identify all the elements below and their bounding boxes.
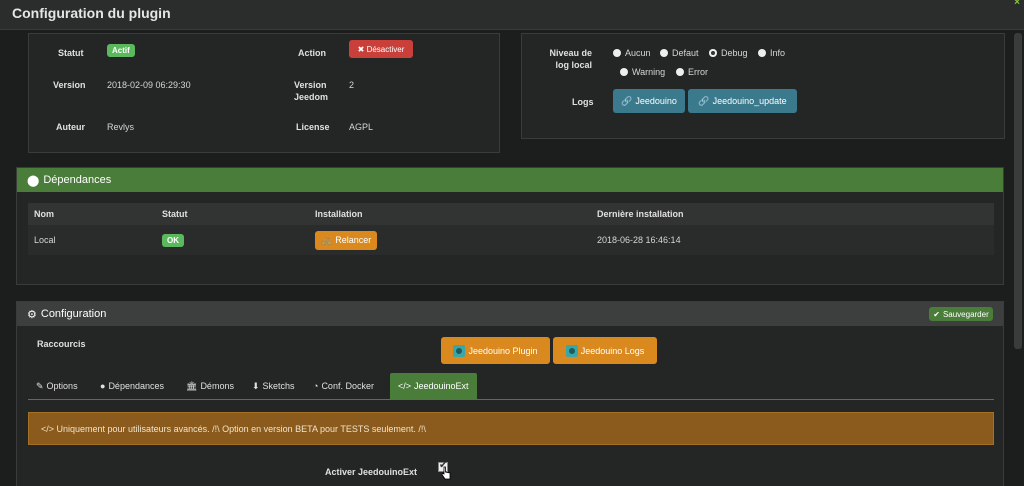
radio-label: Defaut [672,48,699,58]
save-button[interactable]: ✔ Sauvegarder [929,307,993,321]
version-label: Version [53,80,86,90]
col-nom: Nom [28,203,156,225]
license-label: License [296,122,330,132]
shortcut-label: Jeedouino Plugin [468,345,538,356]
plugin-info-panel [28,33,500,153]
col-installation: Installation [309,203,591,225]
radio-circle [660,49,668,57]
installation-cell: 🚲 Relancer [309,225,591,255]
gears-icon: ⚙ [27,308,37,321]
relancer-button[interactable]: 🚲 Relancer [315,230,378,250]
radio-label: Warning [632,67,666,77]
radio-label: Error [688,67,708,77]
scrollbar[interactable] [1014,33,1022,349]
ok-badge: OK [162,234,184,247]
modal-title: Configuration du plugin [12,5,171,21]
col-statut: Statut [156,203,309,225]
statut-label: Statut [58,48,84,58]
radio-label: Aucun [625,48,651,58]
radio-circle [613,49,621,57]
radio-info[interactable]: Info [758,48,785,58]
radio-debug[interactable]: Debug [709,48,748,58]
col-derniere: Dernière installation [591,203,994,225]
close-icon[interactable]: × [1014,0,1020,8]
hand-cursor-icon [441,466,451,480]
log-button-label: Jeedouino_update [712,96,787,106]
radio-label: Info [770,48,786,58]
paperclip-icon: 🔗 [621,95,633,106]
version-value: 2018-02-09 06:29:30 [107,80,191,90]
check-circle-icon: ✔ [933,309,940,319]
shortcut-logs-button[interactable]: Jeedouino Logs [553,337,657,364]
download-icon: ⬇ [252,380,260,391]
tab-label: JeedouinoExt [414,381,469,391]
jeedouino-icon [453,344,466,357]
radio-circle-selected [709,49,717,57]
shortcut-plugin-button[interactable]: Jeedouino Plugin [441,337,550,364]
paperclip-icon: 🔗 [698,95,710,106]
tab-label: Dépendances [108,381,164,391]
tab-sketchs[interactable]: ⬇ Sketchs [252,373,295,399]
jeedouino-icon [565,344,578,357]
circle-icon: ⬤ [27,174,40,187]
tab-label: Sketchs [262,381,295,391]
circle-icon: ● [100,381,106,391]
tab-label: Démons [200,381,234,391]
radio-circle [620,68,628,76]
version-jeedom-label-1: Version [294,80,327,90]
configuration-title: Configuration [40,308,107,320]
tab-label: Options [46,381,78,391]
dependances-table: Nom Statut Installation Dernière install… [28,203,994,255]
status-badge: Actif [107,44,135,57]
shortcut-label: Jeedouino Logs [580,345,645,356]
save-label: Sauvegarder [942,309,989,319]
configuration-panel [16,301,1004,486]
version-jeedom-value: 2 [349,80,355,90]
deactivate-button[interactable]: ✖ Désactiver [349,40,413,58]
auteur-label: Auteur [56,122,85,132]
radio-defaut[interactable]: Defaut [660,48,699,58]
log-button-label: Jeedouino [635,96,677,106]
activer-label: Activer JeedouinoExt [325,467,418,477]
tab-conf-docker[interactable]: ◔ Conf. Docker [313,373,374,399]
modal-header: Configuration du plugin × [0,0,1024,30]
log-jeedouino-button[interactable]: 🔗 Jeedouino [613,89,685,113]
statut-cell: OK [156,225,309,255]
tab-demons[interactable]: 🏛 Démons [186,373,234,399]
tab-options[interactable]: ✎ Options [36,373,78,399]
tab-dependances[interactable]: ● Dépendances [100,373,164,399]
radio-warning[interactable]: Warning [620,67,665,77]
niveau-label-2: log local [555,60,592,70]
auteur-value: Revlys [107,122,135,132]
radio-circle [676,68,684,76]
derniere-cell: 2018-06-28 16:46:14 [591,225,994,255]
tab-label: Conf. Docker [321,381,374,391]
radio-circle [758,49,766,57]
relancer-label: Relancer [335,235,372,245]
radio-aucun[interactable]: Aucun [613,48,651,58]
version-jeedom-label-2: Jeedom [294,92,329,102]
niveau-label-1: Niveau de [549,48,592,58]
code-icon: </> [398,381,412,391]
edit-icon: ✎ [36,380,44,391]
beta-warning: </> Uniquement pour utilisateurs avancés… [28,412,994,445]
dependances-header: ⬤ Dépendances [17,168,1003,192]
radio-error[interactable]: Error [676,67,708,77]
tab-jeedouinoext[interactable]: </> JeedouinoExt [390,373,477,399]
rss-icon: ◔ [313,381,319,391]
radio-label: Debug [721,48,748,58]
license-value: AGPL [349,122,374,132]
table-header-row: Nom Statut Installation Dernière install… [28,203,994,225]
configuration-header: ⚙ Configuration [17,302,1003,326]
log-jeedouino-update-button[interactable]: 🔗 Jeedouino_update [688,89,797,113]
table-row: Local OK 🚲 Relancer 2018-06-28 16:46:14 [28,225,994,255]
tab-underline [28,399,994,400]
logs-label: Logs [572,97,594,107]
bank-icon: 🏛 [186,380,198,391]
action-label: Action [298,48,326,58]
dependances-title: Dépendances [43,174,112,186]
raccourcis-label: Raccourcis [37,339,86,349]
bicycle-icon: 🚲 [321,234,333,245]
nom-cell: Local [28,225,156,255]
